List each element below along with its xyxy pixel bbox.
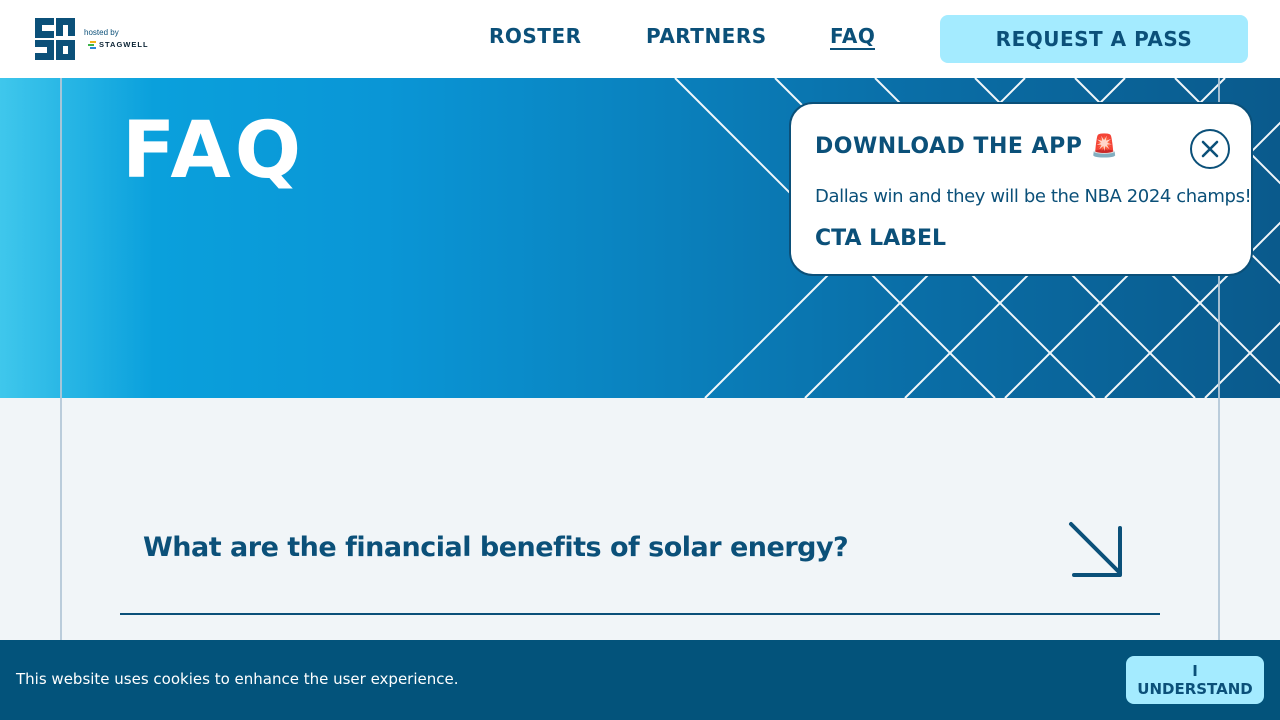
hosted-by-label: hosted by (84, 28, 119, 37)
host-name: STAGWELL (99, 40, 149, 49)
nav-faq[interactable]: FAQ (830, 24, 876, 50)
stagwell-logo-icon (88, 41, 96, 49)
nav-partners[interactable]: PARTNERS (646, 24, 767, 48)
faq-divider (120, 613, 1160, 615)
arrow-down-right-icon[interactable] (1066, 520, 1126, 580)
left-guide-line (60, 78, 62, 720)
request-pass-button[interactable]: REQUEST A PASS (940, 15, 1248, 63)
page-title: FAQ (122, 106, 306, 196)
popup-cta-link[interactable]: CTA LABEL (815, 226, 946, 251)
close-icon (1201, 140, 1219, 158)
site-logo[interactable] (32, 16, 78, 62)
popup-close-button[interactable] (1190, 129, 1230, 169)
popup-title-text: DOWNLOAD THE APP (815, 134, 1083, 159)
download-app-popup: DOWNLOAD THE APP 🚨 Dallas win and they w… (789, 102, 1253, 276)
cookie-banner: This website uses cookies to enhance the… (0, 640, 1280, 720)
faq-question[interactable]: What are the financial benefits of solar… (143, 532, 849, 563)
popup-title: DOWNLOAD THE APP 🚨 (815, 134, 1118, 159)
site-header: hosted by STAGWELL ROSTER PARTNERS FAQ R… (0, 0, 1280, 78)
cookie-message: This website uses cookies to enhance the… (16, 670, 459, 688)
cookie-accept-button[interactable]: I UNDERSTAND (1126, 656, 1264, 704)
siren-icon: 🚨 (1090, 134, 1119, 159)
nav-roster[interactable]: ROSTER (489, 24, 582, 48)
popup-message: Dallas win and they will be the NBA 2024… (815, 186, 1252, 207)
